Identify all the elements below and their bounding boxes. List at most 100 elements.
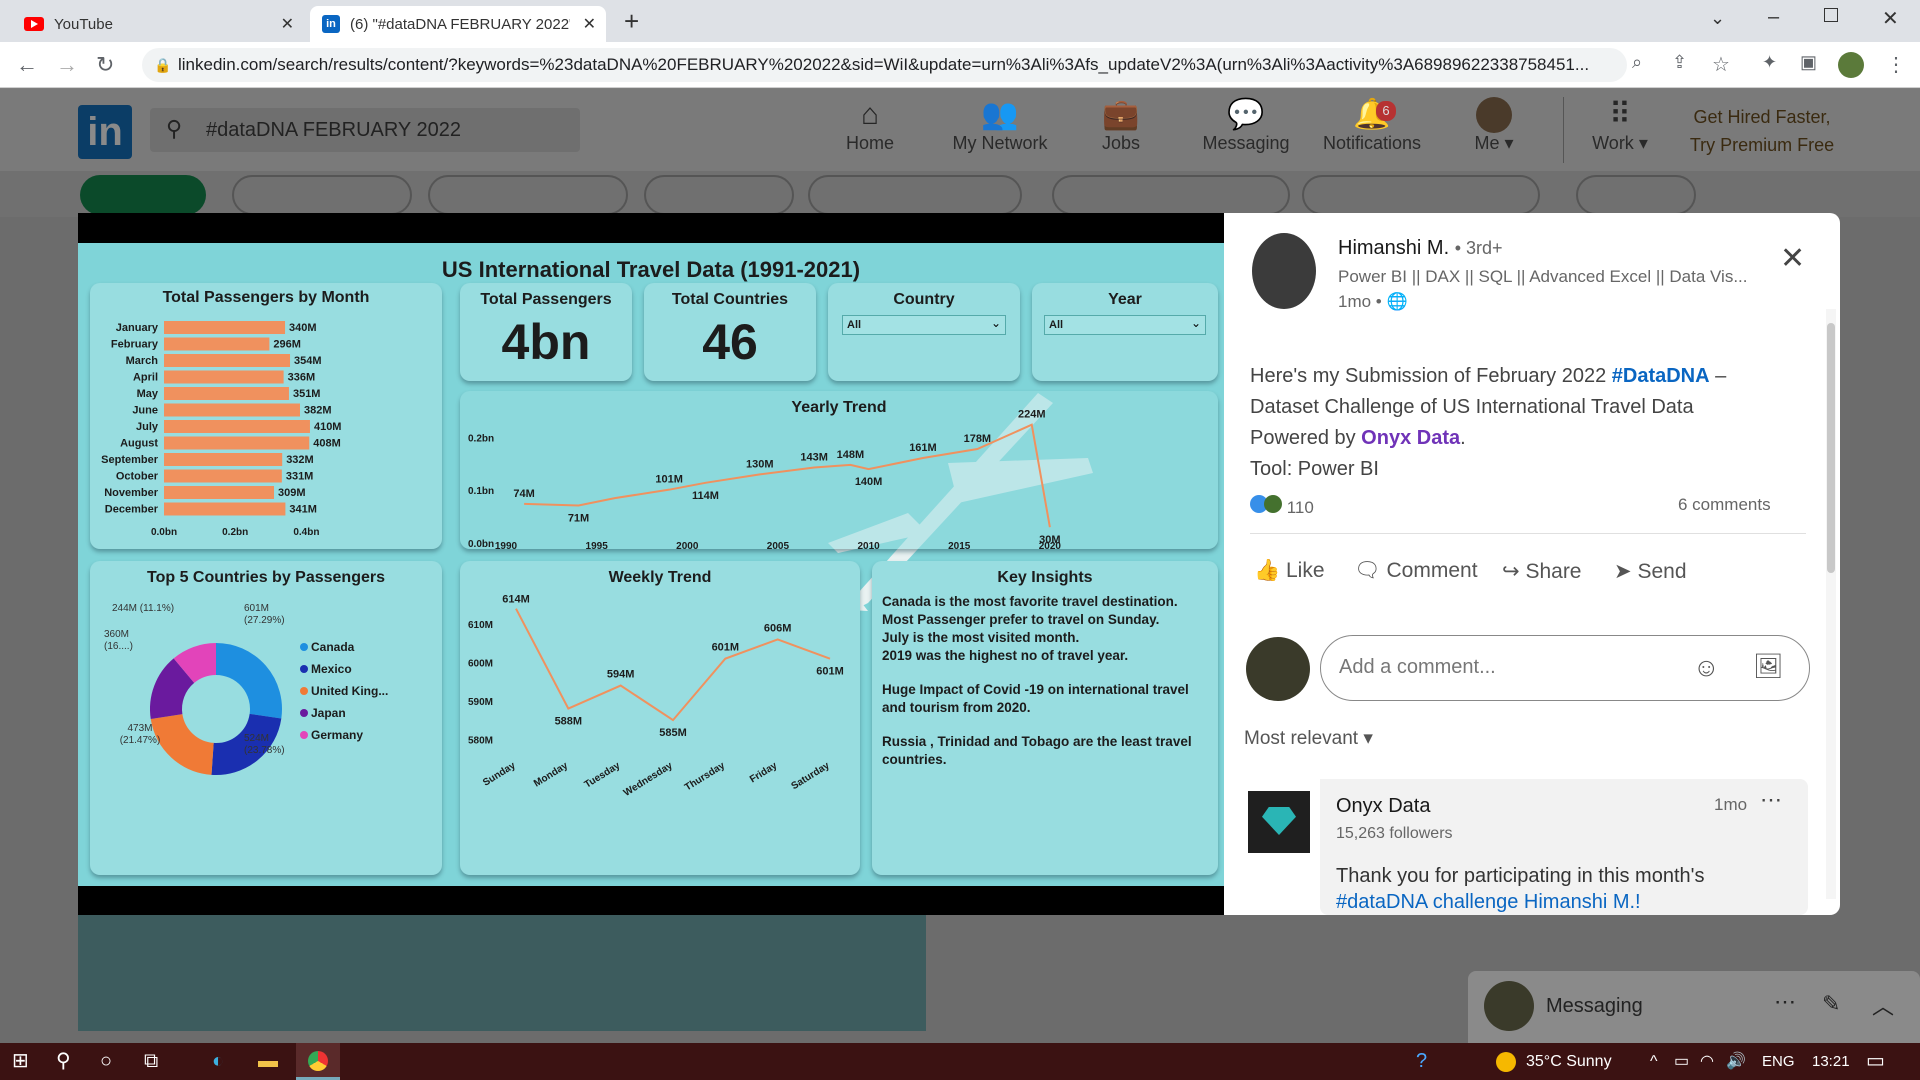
language-indicator[interactable]: ENG bbox=[1762, 1043, 1795, 1080]
back-icon[interactable]: ← bbox=[16, 52, 38, 78]
tick-label: 600M bbox=[468, 658, 493, 669]
like-button[interactable]: 👍 Like bbox=[1254, 559, 1325, 583]
nav-my-network[interactable]: 👥 My Network bbox=[945, 97, 1055, 154]
nav-me[interactable]: Me ▾ bbox=[1444, 97, 1544, 154]
filter-pill[interactable] bbox=[644, 175, 794, 215]
year-dropdown[interactable]: All ⌄ bbox=[1044, 315, 1206, 335]
close-modal-icon[interactable]: ✕ bbox=[1780, 241, 1805, 276]
tab-search-icon[interactable]: ⌄ bbox=[1710, 8, 1725, 29]
tick-label: 590M bbox=[468, 697, 493, 708]
close-tab-icon[interactable]: ✕ bbox=[583, 14, 596, 34]
nav-jobs[interactable]: 💼 Jobs bbox=[1071, 97, 1171, 154]
messaging-bar[interactable]: Messaging ⋯ ✎ ︿ bbox=[1468, 971, 1920, 1043]
dropdown-value: All bbox=[1049, 319, 1064, 331]
premium-link[interactable]: Get Hired Faster, Try Premium Free bbox=[1682, 103, 1842, 159]
hashtag-link[interactable]: #DataDNA bbox=[1612, 365, 1710, 387]
comment-input[interactable]: Add a comment... ☺ 🖼 bbox=[1320, 635, 1810, 701]
chevron-up-icon[interactable]: ︿ bbox=[1872, 989, 1894, 1021]
data-label: 332M bbox=[286, 454, 314, 466]
chrome-taskbar-button[interactable] bbox=[296, 1043, 340, 1080]
chevron-up-icon[interactable]: ^ bbox=[1650, 1043, 1658, 1080]
filter-pill[interactable] bbox=[1302, 175, 1540, 215]
task-view-icon[interactable]: ⧉ bbox=[144, 1043, 158, 1080]
close-window-icon[interactable]: ✕ bbox=[1882, 6, 1899, 31]
category-label: September bbox=[101, 454, 159, 466]
more-icon[interactable]: ⋯ bbox=[1760, 787, 1782, 813]
share-button[interactable]: ↪ Share bbox=[1502, 559, 1582, 584]
tab-linkedin[interactable]: in (6) "#dataDNA FEBRUARY 2022" ✕ bbox=[310, 6, 606, 42]
search-icon[interactable]: ⚲ bbox=[56, 1043, 71, 1080]
category-label: May bbox=[137, 388, 159, 400]
notification-center-icon[interactable]: ▭ bbox=[1866, 1043, 1885, 1080]
windows-start-icon[interactable]: ⊞ bbox=[12, 1043, 29, 1080]
forward-icon[interactable]: → bbox=[56, 52, 78, 78]
filter-pill[interactable] bbox=[428, 175, 628, 215]
data-label: 71M bbox=[568, 513, 589, 525]
dropdown-value: All bbox=[847, 319, 862, 331]
comment-author[interactable]: Onyx Data bbox=[1336, 795, 1430, 818]
minimize-icon[interactable]: – bbox=[1768, 6, 1779, 29]
thumbs-up-icon: 👍 bbox=[1254, 559, 1281, 582]
search-input[interactable]: ⚲ #dataDNA FEBRUARY 2022 bbox=[150, 108, 580, 152]
send-button[interactable]: ➤ Send bbox=[1614, 559, 1687, 584]
zoom-icon[interactable]: ⌕ bbox=[1632, 52, 1642, 73]
nav-messaging[interactable]: 💬 Messaging bbox=[1196, 97, 1296, 154]
filter-pill[interactable] bbox=[232, 175, 412, 215]
country-dropdown[interactable]: All ⌄ bbox=[842, 315, 1006, 335]
scrollbar[interactable] bbox=[1826, 309, 1836, 899]
post-image-pane: US International Travel Data (1991-2021)… bbox=[78, 213, 1224, 915]
reload-icon[interactable]: ↻ bbox=[96, 52, 114, 78]
bar bbox=[164, 502, 286, 516]
address-bar[interactable]: 🔒 linkedin.com/search/results/content/?k… bbox=[142, 48, 1627, 82]
maximize-icon[interactable] bbox=[1824, 8, 1838, 22]
linkedin-logo[interactable]: in bbox=[78, 105, 132, 159]
mention-link[interactable]: Onyx Data bbox=[1361, 427, 1460, 449]
tab-youtube[interactable]: YouTube ✕ bbox=[12, 6, 304, 42]
help-icon[interactable]: ? bbox=[1416, 1043, 1427, 1080]
comments-count[interactable]: 6 comments bbox=[1678, 495, 1771, 515]
filter-pill-active[interactable] bbox=[80, 175, 206, 215]
avatar bbox=[1484, 981, 1534, 1031]
cortana-icon[interactable]: ○ bbox=[100, 1043, 112, 1080]
scrollbar-thumb[interactable] bbox=[1827, 323, 1835, 573]
all-filters-pill[interactable] bbox=[1576, 175, 1696, 215]
bar bbox=[164, 337, 270, 351]
filter-pill[interactable] bbox=[1052, 175, 1290, 215]
wifi-icon[interactable]: ◠ bbox=[1700, 1043, 1714, 1080]
avatar[interactable] bbox=[1252, 233, 1316, 309]
filter-label: Year bbox=[1108, 291, 1142, 308]
clock[interactable]: 13:21 bbox=[1812, 1043, 1850, 1080]
emoji-icon[interactable]: ☺ bbox=[1693, 652, 1720, 683]
nav-notifications[interactable]: 🔔 Notifications 6 bbox=[1312, 97, 1432, 154]
bookmark-star-icon[interactable]: ☆ bbox=[1712, 52, 1730, 77]
category-label: January bbox=[116, 322, 159, 334]
sidebar-icon[interactable]: ▣ bbox=[1800, 52, 1817, 73]
filter-pill[interactable] bbox=[808, 175, 1022, 215]
close-tab-icon[interactable]: ✕ bbox=[281, 14, 294, 34]
image-icon[interactable]: 🖼 bbox=[1753, 652, 1783, 681]
reactions-count[interactable]: 110 bbox=[1250, 495, 1314, 518]
url-text: linkedin.com/search/results/content/?key… bbox=[178, 55, 1590, 74]
data-label: 178M bbox=[964, 433, 992, 445]
more-icon[interactable]: ⋯ bbox=[1774, 989, 1796, 1015]
weather-widget[interactable]: 35°C Sunny bbox=[1496, 1043, 1612, 1080]
volume-icon[interactable]: 🔊 bbox=[1726, 1043, 1746, 1080]
new-tab-icon[interactable]: + bbox=[624, 6, 639, 37]
compose-icon[interactable]: ✎ bbox=[1822, 991, 1840, 1017]
author-name[interactable]: Himanshi M. bbox=[1338, 237, 1449, 259]
post-text-4: Powered by bbox=[1250, 427, 1362, 449]
menu-kebab-icon[interactable]: ⋮ bbox=[1886, 52, 1906, 77]
comment-button[interactable]: 🗨 Comment bbox=[1354, 559, 1478, 583]
battery-icon[interactable]: ▭ bbox=[1674, 1043, 1689, 1080]
sort-dropdown[interactable]: Most relevant ▾ bbox=[1244, 727, 1373, 750]
onyx-logo[interactable] bbox=[1248, 791, 1310, 853]
nav-work[interactable]: ⠿ Work ▾ bbox=[1570, 97, 1670, 154]
share-icon[interactable]: ⇪ bbox=[1672, 52, 1687, 73]
comment-placeholder: Add a comment... bbox=[1339, 656, 1496, 678]
profile-avatar[interactable] bbox=[1838, 52, 1864, 78]
file-explorer-icon[interactable]: ▬ bbox=[258, 1043, 278, 1080]
tick-label: 0.1bn bbox=[468, 486, 494, 497]
extensions-icon[interactable]: ✦ bbox=[1762, 52, 1777, 73]
nav-home[interactable]: ⌂ Home bbox=[820, 97, 920, 154]
edge-icon[interactable]: ◐ bbox=[212, 1043, 224, 1080]
